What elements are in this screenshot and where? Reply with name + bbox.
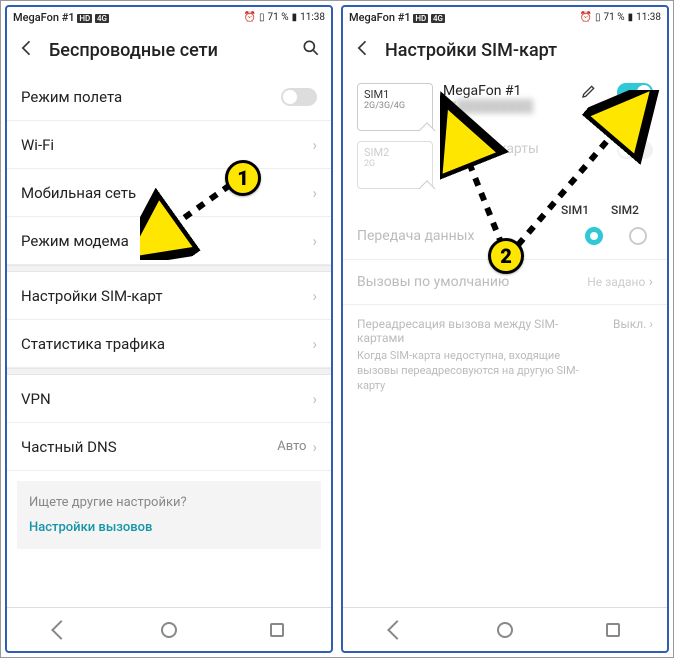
sim-column-headers: SIM1 SIM2 [343, 199, 667, 217]
chevron-right-icon: › [312, 184, 317, 202]
chevron-right-icon: › [312, 335, 317, 353]
battery-icon: ▮ [292, 12, 298, 23]
annotation-badge-2: 2 [488, 238, 524, 274]
row-wifi[interactable]: Wi-Fi › [7, 121, 331, 169]
row-label: Режим полета [21, 88, 281, 106]
row-vpn[interactable]: VPN › [7, 375, 331, 423]
hd-badge: HD [77, 14, 92, 23]
chevron-right-icon: › [649, 274, 653, 290]
row-traffic[interactable]: Статистика трафика › [7, 320, 331, 368]
sim1-toggle[interactable] [617, 83, 653, 101]
battery-icon: ▮ [628, 12, 634, 23]
search-icon[interactable] [301, 38, 321, 62]
battery-pct: 71 % [268, 12, 289, 23]
status-bar: MegaFon #1 HD 4G ⏰ ▯ 71 % ▮ 11:38 [7, 7, 331, 27]
title-bar: Беспроводные сети [7, 27, 331, 73]
nav-recent-icon[interactable] [606, 623, 620, 637]
clock: 11:38 [300, 12, 325, 23]
section-divider [7, 368, 331, 375]
navigation-bar [343, 607, 667, 651]
alarm-icon: ⏰ [244, 12, 256, 23]
sim1-card: SIM1 2G/3G/4G [357, 83, 433, 131]
alarm-icon: ⏰ [580, 12, 592, 23]
carrier-label: MegaFon #1 [13, 11, 75, 24]
sim2-tech: 2G [364, 159, 426, 169]
row-label: VPN [21, 390, 312, 408]
row-description: Когда SIM-карта недоступна, входящие выз… [357, 349, 597, 394]
row-airplane-mode[interactable]: Режим полета [7, 73, 331, 121]
vibrate-icon: ▯ [595, 12, 601, 23]
sim1-tech: 2G/3G/4G [364, 101, 426, 111]
navigation-bar [7, 607, 331, 651]
page-title: Беспроводные сети [49, 40, 289, 61]
nav-back-icon[interactable] [51, 620, 71, 640]
sim1-number: +7█████████ [443, 99, 571, 113]
data-sim2-radio[interactable] [629, 227, 647, 245]
sim2-slot: SIM2 [364, 146, 426, 159]
row-label: Режим модема [21, 232, 312, 250]
sim1-name: MegaFon #1 [443, 83, 571, 99]
row-label: Передача данных [357, 228, 475, 244]
status-bar: MegaFon #1 HD 4G ⏰ ▯ 71 % ▮ 11:38 [343, 7, 667, 27]
sim2-name: Нет SIM-карты [443, 141, 607, 157]
col-sim2: SIM2 [611, 203, 639, 217]
col-sim1: SIM1 [561, 203, 589, 217]
sim1-slot: SIM1 [364, 88, 426, 101]
sim-content: SIM1 2G/3G/4G MegaFon #1 +7█████████ SIM… [343, 73, 667, 607]
chevron-right-icon: › [312, 438, 317, 456]
page-title: Настройки SIM-карт [385, 40, 657, 61]
row-label: Wi-Fi [21, 136, 312, 154]
sim2-row: SIM2 2G Нет SIM-карты [343, 141, 667, 199]
tip-question: Ищете другие настройки? [29, 495, 309, 510]
carrier-label: MegaFon #1 [349, 11, 411, 24]
nav-back-icon[interactable] [387, 620, 407, 640]
row-label: Вызовы по умолчанию [357, 274, 509, 290]
chevron-right-icon: › [312, 232, 317, 250]
row-tethering[interactable]: Режим модема › [7, 217, 331, 265]
sim2-toggle [617, 141, 653, 159]
row-label: Переадресация вызова между SIM-картами [357, 317, 597, 345]
chevron-right-icon: › [312, 136, 317, 154]
vibrate-icon: ▯ [259, 12, 265, 23]
tip-link-call-settings[interactable]: Настройки вызовов [29, 520, 309, 535]
hd-badge: HD [413, 14, 428, 23]
battery-pct: 71 % [604, 12, 625, 23]
row-sim-settings[interactable]: Настройки SIM-карт › [7, 272, 331, 320]
back-icon[interactable] [17, 38, 37, 62]
settings-list: Режим полета Wi-Fi › Мобильная сеть › Ре… [7, 73, 331, 607]
row-mobile-network[interactable]: Мобильная сеть › [7, 169, 331, 217]
clock: 11:38 [636, 12, 661, 23]
chevron-right-icon: › [649, 317, 653, 331]
lte-badge: 4G [431, 14, 445, 23]
row-value: Авто [277, 439, 306, 454]
row-value: Выкл. [613, 317, 646, 331]
nav-home-icon[interactable] [497, 622, 513, 638]
nav-home-icon[interactable] [161, 622, 177, 638]
row-private-dns[interactable]: Частный DNS Авто › [7, 423, 331, 471]
row-label: Мобильная сеть [21, 184, 312, 202]
title-bar: Настройки SIM-карт [343, 27, 667, 73]
annotation-badge-1: 1 [225, 160, 261, 196]
section-divider [7, 265, 331, 272]
chevron-right-icon: › [312, 390, 317, 408]
row-label: Настройки SIM-карт [21, 287, 312, 305]
tip-box: Ищете другие настройки? Настройки вызово… [17, 481, 321, 549]
chevron-right-icon: › [312, 287, 317, 305]
row-call-forwarding[interactable]: Переадресация вызова между SIM-картами К… [343, 305, 667, 406]
sim2-card: SIM2 2G [357, 141, 433, 189]
sim1-info: MegaFon #1 +7█████████ [443, 83, 571, 113]
row-label: Частный DNS [21, 438, 277, 456]
phone-wireless-settings: MegaFon #1 HD 4G ⏰ ▯ 71 % ▮ 11:38 Беспро… [5, 5, 333, 653]
row-label: Статистика трафика [21, 335, 312, 353]
lte-badge: 4G [95, 14, 109, 23]
data-sim1-radio[interactable] [585, 227, 603, 245]
airplane-toggle[interactable] [281, 88, 317, 106]
sim1-row[interactable]: SIM1 2G/3G/4G MegaFon #1 +7█████████ [343, 73, 667, 141]
phone-sim-settings: MegaFon #1 HD 4G ⏰ ▯ 71 % ▮ 11:38 Настро… [341, 5, 669, 653]
row-value: Не задано [587, 275, 645, 289]
back-icon[interactable] [353, 38, 373, 62]
nav-recent-icon[interactable] [270, 623, 284, 637]
edit-icon[interactable] [581, 83, 597, 103]
sim2-info: Нет SIM-карты [443, 141, 607, 157]
